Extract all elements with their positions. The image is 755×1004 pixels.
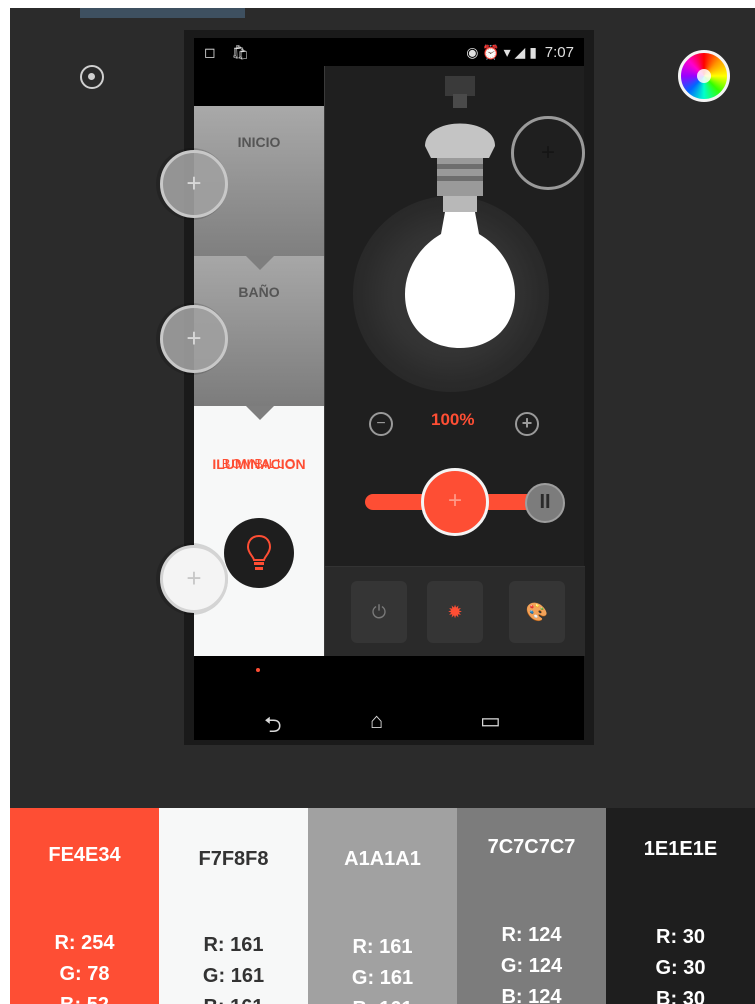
add-bano-button[interactable]: + — [160, 305, 228, 373]
decrease-brightness-button[interactable]: − — [369, 412, 393, 436]
pause-button[interactable]: II — [525, 483, 565, 523]
target-icon[interactable] — [80, 65, 104, 89]
power-icon[interactable]: ⏻ — [351, 581, 407, 643]
swatch-r: R: 161 — [352, 936, 413, 958]
tools-bar: ⏻ ✹ 🎨 — [325, 566, 585, 656]
swatch-g: G: 161 — [351, 967, 414, 989]
swatch-black: 1E1E1E R: 30 G: 30 B: 30 — [606, 808, 755, 1004]
swatch-g: G: 161 — [202, 965, 265, 987]
brightness-value: 100% — [431, 410, 475, 429]
swatch-rgb: R: 124 G: 124 B: 124 — [457, 920, 606, 1004]
status-bar: ◻ 🛍 ◉ ⏰ ▾ ◢ ▮ 7:07 — [194, 38, 584, 66]
swatch-b: B: 161 — [308, 994, 457, 1004]
swatch-b: B: 52 — [10, 990, 159, 1004]
bulb-control-panel: + − 100% + + II ⏻ ✹ 🎨 — [324, 66, 585, 686]
status-time: 7:07 — [544, 44, 574, 61]
room-notch — [246, 406, 274, 420]
room-label-bano: BAÑO — [238, 284, 280, 300]
swatch-r: R: 124 — [501, 924, 562, 946]
room-label-inicio: INICIO — [237, 134, 281, 150]
swatch-rgb: R: 30 G: 30 B: 30 — [606, 922, 755, 1004]
swatch-hex: A1A1A1 — [344, 848, 421, 870]
room-iluminacion[interactable]: ILUMINACION BOMBILLO — [194, 406, 324, 686]
add-inicio-button[interactable]: + — [160, 150, 228, 218]
bulb-device-icon[interactable] — [224, 518, 294, 588]
swatch-b: B: 161 — [159, 992, 308, 1004]
swatch-hex: FE4E34 — [48, 844, 121, 866]
swatch-r: R: 254 — [54, 932, 115, 954]
swatch-g: G: 78 — [59, 963, 110, 985]
bulb-illustration — [405, 76, 515, 348]
swatch-r: R: 161 — [203, 934, 264, 956]
swatch-gray: 7C7C7C7 R: 124 G: 124 B: 124 — [457, 808, 606, 1004]
status-right: ◉ ⏰ ▾ ◢ ▮ 7:07 — [466, 44, 574, 61]
home-icon[interactable]: ⌂ — [370, 708, 383, 734]
brightness-slider-thumb[interactable]: + — [421, 468, 489, 536]
page-indicator-dot — [256, 668, 260, 672]
swatch-rgb: R: 161 G: 161 B: 161 — [308, 932, 457, 1004]
palette-icon[interactable]: 🎨 — [509, 581, 565, 643]
room-notch — [246, 256, 274, 270]
status-left-icons: ◻ 🛍 — [204, 44, 256, 60]
top-strip — [80, 8, 245, 18]
phone-screen: ◻ 🛍 ◉ ⏰ ▾ ◢ ▮ 7:07 INICIO BAÑO ILUMINACI… — [184, 30, 594, 745]
nav-buttons: ⮌ ⌂ ▭ — [194, 708, 584, 738]
android-nav-bar: ⮌ ⌂ ▭ — [194, 656, 584, 740]
swatch-hex: F7F8F8 — [198, 848, 269, 870]
swatch-orange: FE4E34 R: 254 G: 78 B: 52 — [10, 808, 159, 1004]
light-icon[interactable]: ✹ — [427, 581, 483, 643]
device-label: BOMBILLO — [221, 456, 297, 471]
swatch-r: R: 30 — [656, 926, 705, 948]
add-bombillo-button[interactable]: + — [160, 545, 228, 613]
swatch-b: B: 30 — [656, 988, 705, 1004]
swatch-rgb: R: 161 G: 161 B: 161 — [159, 930, 308, 1004]
back-icon[interactable]: ⮌ — [264, 708, 282, 746]
swatch-b: B: 124 — [501, 986, 562, 1004]
color-palette: FE4E34 R: 254 G: 78 B: 52 F7F8F8 R: 161 … — [10, 808, 755, 1004]
swatch-light-gray: A1A1A1 R: 161 G: 161 B: 161 — [308, 808, 457, 1004]
swatch-hex: 7C7C7C7 — [487, 836, 576, 858]
status-icons: ◉ ⏰ ▾ ◢ ▮ — [466, 44, 537, 60]
swatch-hex: 1E1E1E — [643, 838, 718, 860]
swatch-rgb: R: 254 G: 78 B: 52 — [10, 928, 159, 1004]
increase-brightness-button[interactable]: + — [515, 412, 539, 436]
swatch-g: G: 124 — [500, 955, 563, 977]
color-wheel-icon[interactable] — [678, 50, 730, 102]
add-device-button[interactable]: + — [511, 116, 585, 190]
swatch-g: G: 30 — [655, 957, 706, 979]
recent-apps-icon[interactable]: ▭ — [480, 708, 501, 734]
swatch-white: F7F8F8 R: 161 G: 161 B: 161 — [159, 808, 308, 1004]
